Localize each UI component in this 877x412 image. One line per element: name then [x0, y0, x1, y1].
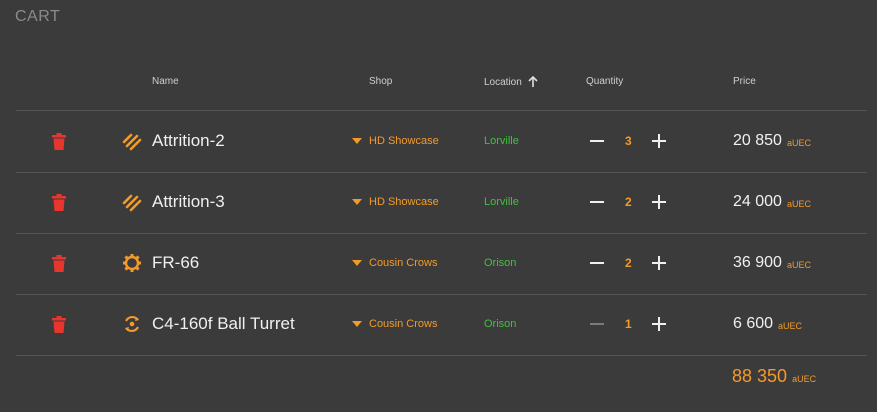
shop-dropdown[interactable]: Cousin Crows	[352, 294, 437, 354]
delete-icon[interactable]	[52, 233, 68, 293]
price-value: 36 900	[733, 254, 782, 271]
item-name[interactable]: FR-66	[152, 233, 199, 293]
shop-label: HD Showcase	[369, 135, 439, 147]
decrement-button[interactable]	[590, 172, 606, 232]
shop-label: Cousin Crows	[369, 257, 438, 269]
item-price: 24 000 aUEC	[733, 172, 811, 232]
cart-total: 88 350 aUEC	[732, 366, 816, 387]
minus-icon	[590, 323, 604, 325]
quantity-value: 2	[625, 195, 632, 209]
decrement-button[interactable]	[590, 294, 606, 354]
turret-icon	[122, 294, 144, 354]
shop-dropdown[interactable]: HD Showcase	[352, 111, 439, 171]
total-currency: aUEC	[792, 374, 817, 384]
caret-down-icon	[352, 260, 362, 266]
minus-icon	[590, 201, 604, 203]
caret-down-icon	[352, 199, 362, 205]
increment-button[interactable]	[652, 294, 668, 354]
quantity-value: 3	[625, 134, 632, 148]
cart-row: C4-160f Ball Turret Cousin Crows Orison …	[16, 294, 867, 356]
delete-icon[interactable]	[52, 111, 68, 171]
price-currency: aUEC	[778, 321, 803, 331]
delete-icon[interactable]	[52, 172, 68, 232]
delete-icon[interactable]	[52, 294, 68, 354]
header-name[interactable]: Name	[152, 76, 179, 87]
cart-row: FR-66 Cousin Crows Orison 2 36 900 aUEC	[16, 233, 867, 295]
plus-icon	[652, 317, 666, 331]
price-currency: aUEC	[786, 260, 811, 270]
location-label: Orison	[484, 318, 517, 330]
location-label: Lorville	[484, 135, 519, 147]
header-shop[interactable]: Shop	[369, 76, 392, 87]
quantity-value: 1	[625, 317, 632, 331]
shield-gear-icon	[122, 233, 144, 293]
increment-button[interactable]	[652, 233, 668, 293]
location-label: Lorville	[484, 196, 519, 208]
price-value: 24 000	[733, 193, 782, 210]
item-name[interactable]: Attrition-2	[152, 111, 225, 171]
plus-icon	[652, 195, 666, 209]
header-location[interactable]: Location	[484, 76, 539, 88]
header-price[interactable]: Price	[733, 76, 756, 87]
header-location-label: Location	[484, 76, 522, 88]
plus-icon	[652, 256, 666, 270]
shop-label: Cousin Crows	[369, 318, 438, 330]
price-value: 20 850	[733, 132, 782, 149]
shop-dropdown[interactable]: Cousin Crows	[352, 233, 437, 293]
header-quantity[interactable]: Quantity	[586, 76, 623, 87]
item-price: 6 600 aUEC	[733, 294, 802, 354]
item-price: 36 900 aUEC	[733, 233, 811, 293]
caret-down-icon	[352, 138, 362, 144]
minus-icon	[590, 262, 604, 264]
cart-row: Attrition-2 HD Showcase Lorville 3 20 85…	[16, 111, 867, 173]
laser-icon	[122, 111, 144, 171]
quantity-value: 2	[625, 256, 632, 270]
shop-label: HD Showcase	[369, 196, 439, 208]
sort-ascending-icon	[528, 76, 538, 87]
decrement-button[interactable]	[590, 111, 606, 171]
decrement-button[interactable]	[590, 233, 606, 293]
location-label: Orison	[484, 257, 517, 269]
minus-icon	[590, 140, 604, 142]
shop-dropdown[interactable]: HD Showcase	[352, 172, 439, 232]
plus-icon	[652, 134, 666, 148]
caret-down-icon	[352, 321, 362, 327]
increment-button[interactable]	[652, 172, 668, 232]
item-name[interactable]: Attrition-3	[152, 172, 225, 232]
item-price: 20 850 aUEC	[733, 111, 811, 171]
price-currency: aUEC	[786, 199, 811, 209]
cart-row: Attrition-3 HD Showcase Lorville 2 24 00…	[16, 172, 867, 234]
price-currency: aUEC	[786, 138, 811, 148]
cart-title: CART	[15, 8, 61, 25]
item-name[interactable]: C4-160f Ball Turret	[152, 294, 295, 354]
total-amount: 88 350	[732, 366, 788, 386]
laser-icon	[122, 172, 144, 232]
increment-button[interactable]	[652, 111, 668, 171]
price-value: 6 600	[733, 315, 774, 332]
